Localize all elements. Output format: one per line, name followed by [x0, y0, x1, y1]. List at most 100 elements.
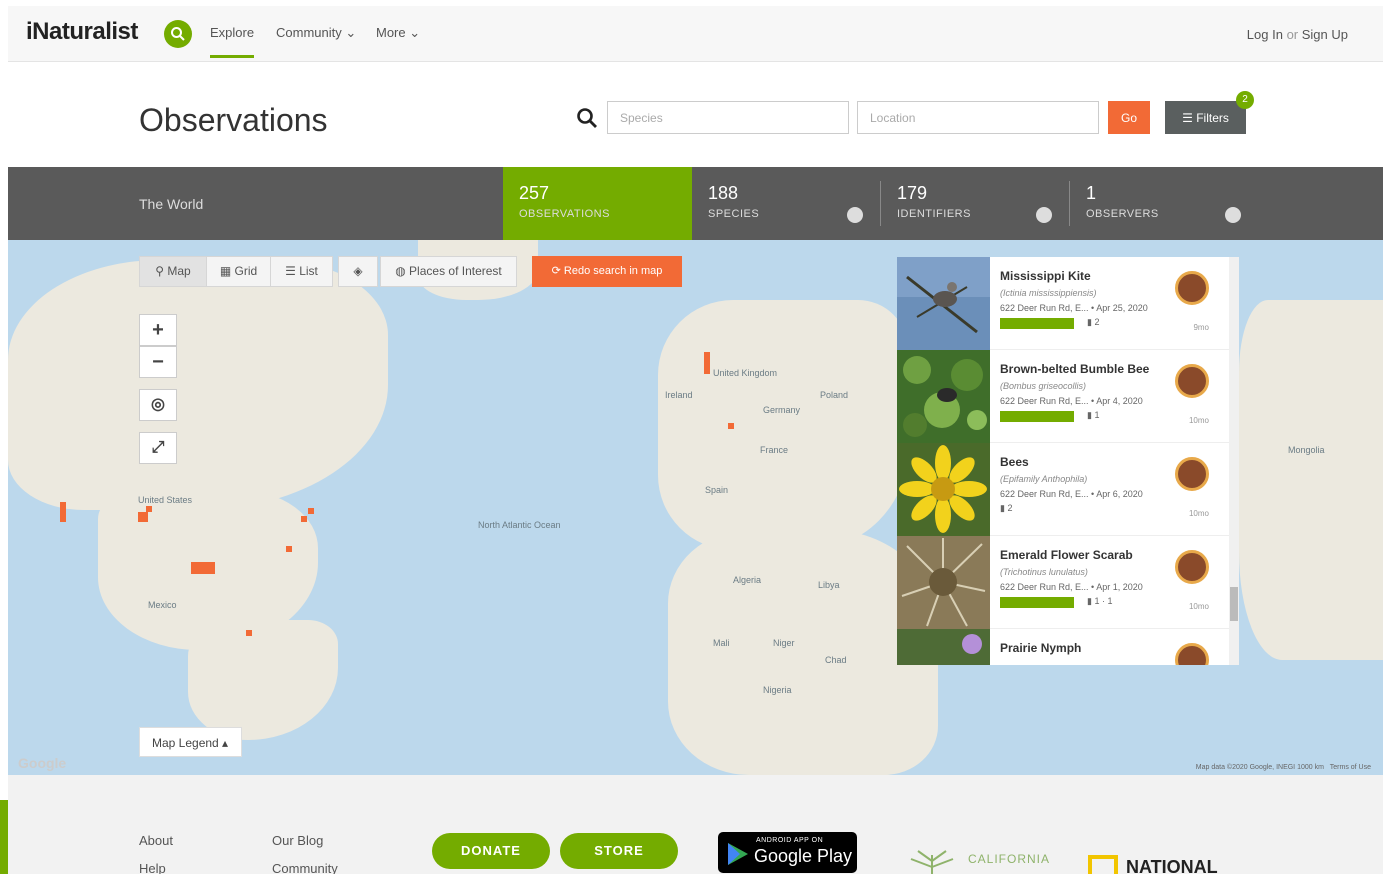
chevron-down-icon: ⌄	[345, 25, 357, 40]
redo-search-button[interactable]: ⟳ Redo search in map	[532, 256, 682, 287]
nav-search-button[interactable]	[164, 20, 192, 48]
search-icon	[171, 27, 185, 41]
observation-name[interactable]: Brown-belted Bumble Bee	[1000, 362, 1149, 376]
avatar[interactable]	[1175, 550, 1209, 584]
locate-button[interactable]: ◎	[139, 389, 177, 421]
top-nav: iNaturalist Explore Community ⌄ More ⌄ L…	[8, 6, 1383, 62]
comment-icon: ▮	[1000, 503, 1005, 513]
map-label: Mali	[713, 638, 730, 648]
tab-identifiers[interactable]: 179 IDENTIFIERS	[881, 167, 1070, 240]
map-marker[interactable]	[286, 546, 292, 552]
observation-photo	[897, 350, 990, 443]
zoom-in-button[interactable]: +	[139, 314, 177, 346]
comment-icon: ▮	[1087, 596, 1092, 606]
map-label: Germany	[763, 405, 801, 415]
tab-species[interactable]: 188 SPECIES	[692, 167, 881, 240]
gplay-caption: ANDROID APP ON	[756, 837, 824, 844]
observation-scientific-name: (Ictinia mississippiensis)	[1000, 288, 1097, 298]
nav-community[interactable]: Community ⌄	[276, 25, 356, 41]
info-icon[interactable]	[1225, 207, 1241, 223]
location-input[interactable]	[857, 101, 1099, 134]
footer-about-link[interactable]: About	[139, 833, 173, 848]
observers-count: 1	[1086, 183, 1097, 203]
footer-blog-link[interactable]: Our Blog	[272, 833, 323, 848]
map-marker[interactable]	[246, 630, 252, 636]
observation-name[interactable]: Bees	[1000, 455, 1029, 469]
map-marker[interactable]	[191, 562, 215, 574]
view-grid-button[interactable]: ▦ Grid	[206, 256, 271, 287]
info-icon[interactable]	[847, 207, 863, 223]
decorative-edge	[0, 800, 8, 874]
map-marker[interactable]	[146, 506, 152, 512]
observation-age: 9mo	[1193, 323, 1209, 332]
map-marker[interactable]	[308, 508, 314, 514]
signup-link[interactable]: Sign Up	[1302, 27, 1348, 42]
info-icon[interactable]	[1036, 207, 1052, 223]
tab-observers[interactable]: 1 OBSERVERS	[1070, 167, 1259, 240]
terms-link[interactable]: Terms of Use	[1330, 764, 1371, 771]
avatar[interactable]	[1175, 457, 1209, 491]
page-title: Observations	[139, 102, 328, 138]
view-map-button[interactable]: ⚲ Map	[139, 256, 207, 287]
observations-count: 257	[519, 183, 550, 203]
avatar[interactable]	[1175, 643, 1209, 665]
inaturalist-logo[interactable]: iNaturalist	[26, 18, 138, 46]
filters-button[interactable]: ☰ Filters	[1165, 101, 1246, 134]
place-name[interactable]: The World	[139, 196, 203, 212]
or-text: or	[1286, 27, 1299, 42]
list-item[interactable]: Emerald Flower Scarab (Trichotinus lunul…	[897, 536, 1239, 629]
map-label: Algeria	[733, 575, 762, 585]
expand-icon: ⤢	[151, 439, 165, 456]
list-item[interactable]: Bees (Epifamily Anthophila) 622 Deer Run…	[897, 443, 1239, 536]
layers-button[interactable]: ◈	[338, 256, 378, 287]
map-legend-button[interactable]: Map Legend ▴	[139, 727, 242, 757]
footer-community-link[interactable]: Community	[272, 861, 338, 874]
list-scrollbar[interactable]	[1229, 257, 1239, 665]
crosshair-icon: ◎	[151, 396, 165, 413]
observation-map[interactable]: ⚲ Map ▦ Grid ☰ List ◈ ◍ Places of Intere…	[8, 240, 1383, 775]
comment-icon: ▮	[1087, 317, 1092, 327]
fullscreen-button[interactable]: ⤢	[139, 432, 177, 464]
store-button[interactable]: STORE	[560, 833, 678, 869]
avatar[interactable]	[1175, 271, 1209, 305]
observation-name[interactable]: Emerald Flower Scarab	[1000, 548, 1133, 562]
places-of-interest-button[interactable]: ◍ Places of Interest	[380, 256, 517, 287]
nav-more[interactable]: More ⌄	[376, 25, 420, 41]
filters-count-badge: 2	[1236, 91, 1254, 109]
research-grade-badge	[1000, 411, 1074, 422]
chevron-down-icon: ⌄	[409, 25, 421, 40]
tab-observations[interactable]: 257 OBSERVATIONS	[503, 167, 692, 240]
avatar[interactable]	[1175, 364, 1209, 398]
scrollbar-thumb[interactable]	[1230, 587, 1238, 621]
land-europe	[658, 300, 908, 550]
map-pin-icon: ⚲	[155, 264, 165, 278]
map-label: Mongolia	[1288, 445, 1325, 455]
login-link[interactable]: Log In	[1247, 27, 1283, 42]
list-item[interactable]: Mississippi Kite (Ictinia mississippiens…	[897, 257, 1239, 350]
nav-explore[interactable]: Explore	[210, 25, 255, 58]
footer-help-link[interactable]: Help	[139, 861, 166, 874]
list-item[interactable]: Brown-belted Bumble Bee (Bombus griseoco…	[897, 350, 1239, 443]
observation-meta: ▮ 1 · 1	[1087, 596, 1113, 606]
zoom-out-button[interactable]: −	[139, 346, 177, 378]
footer: About Help Our Blog Community DONATE STO…	[8, 775, 1383, 874]
observation-scientific-name: (Bombus griseocollis)	[1000, 381, 1087, 391]
observation-photo	[897, 629, 990, 665]
species-input[interactable]	[607, 101, 849, 134]
google-play-badge[interactable]: ANDROID APP ON Google Play	[718, 832, 857, 873]
view-list-button[interactable]: ☰ List	[270, 256, 333, 287]
donate-button[interactable]: DONATE	[432, 833, 550, 869]
land-asia	[1239, 300, 1383, 660]
map-marker[interactable]	[704, 352, 710, 374]
map-label: Niger	[773, 638, 795, 648]
map-marker[interactable]	[301, 516, 307, 522]
observation-name[interactable]: Mississippi Kite	[1000, 269, 1091, 283]
natgeo-text: NATIONAL	[1126, 857, 1218, 874]
map-label: Nigeria	[763, 685, 792, 695]
observation-name[interactable]: Prairie Nymph	[1000, 641, 1081, 655]
go-button[interactable]: Go	[1108, 101, 1150, 134]
list-item[interactable]: Prairie Nymph	[897, 629, 1239, 665]
map-marker[interactable]	[728, 423, 734, 429]
map-marker[interactable]	[138, 512, 148, 522]
map-marker[interactable]	[60, 502, 66, 522]
